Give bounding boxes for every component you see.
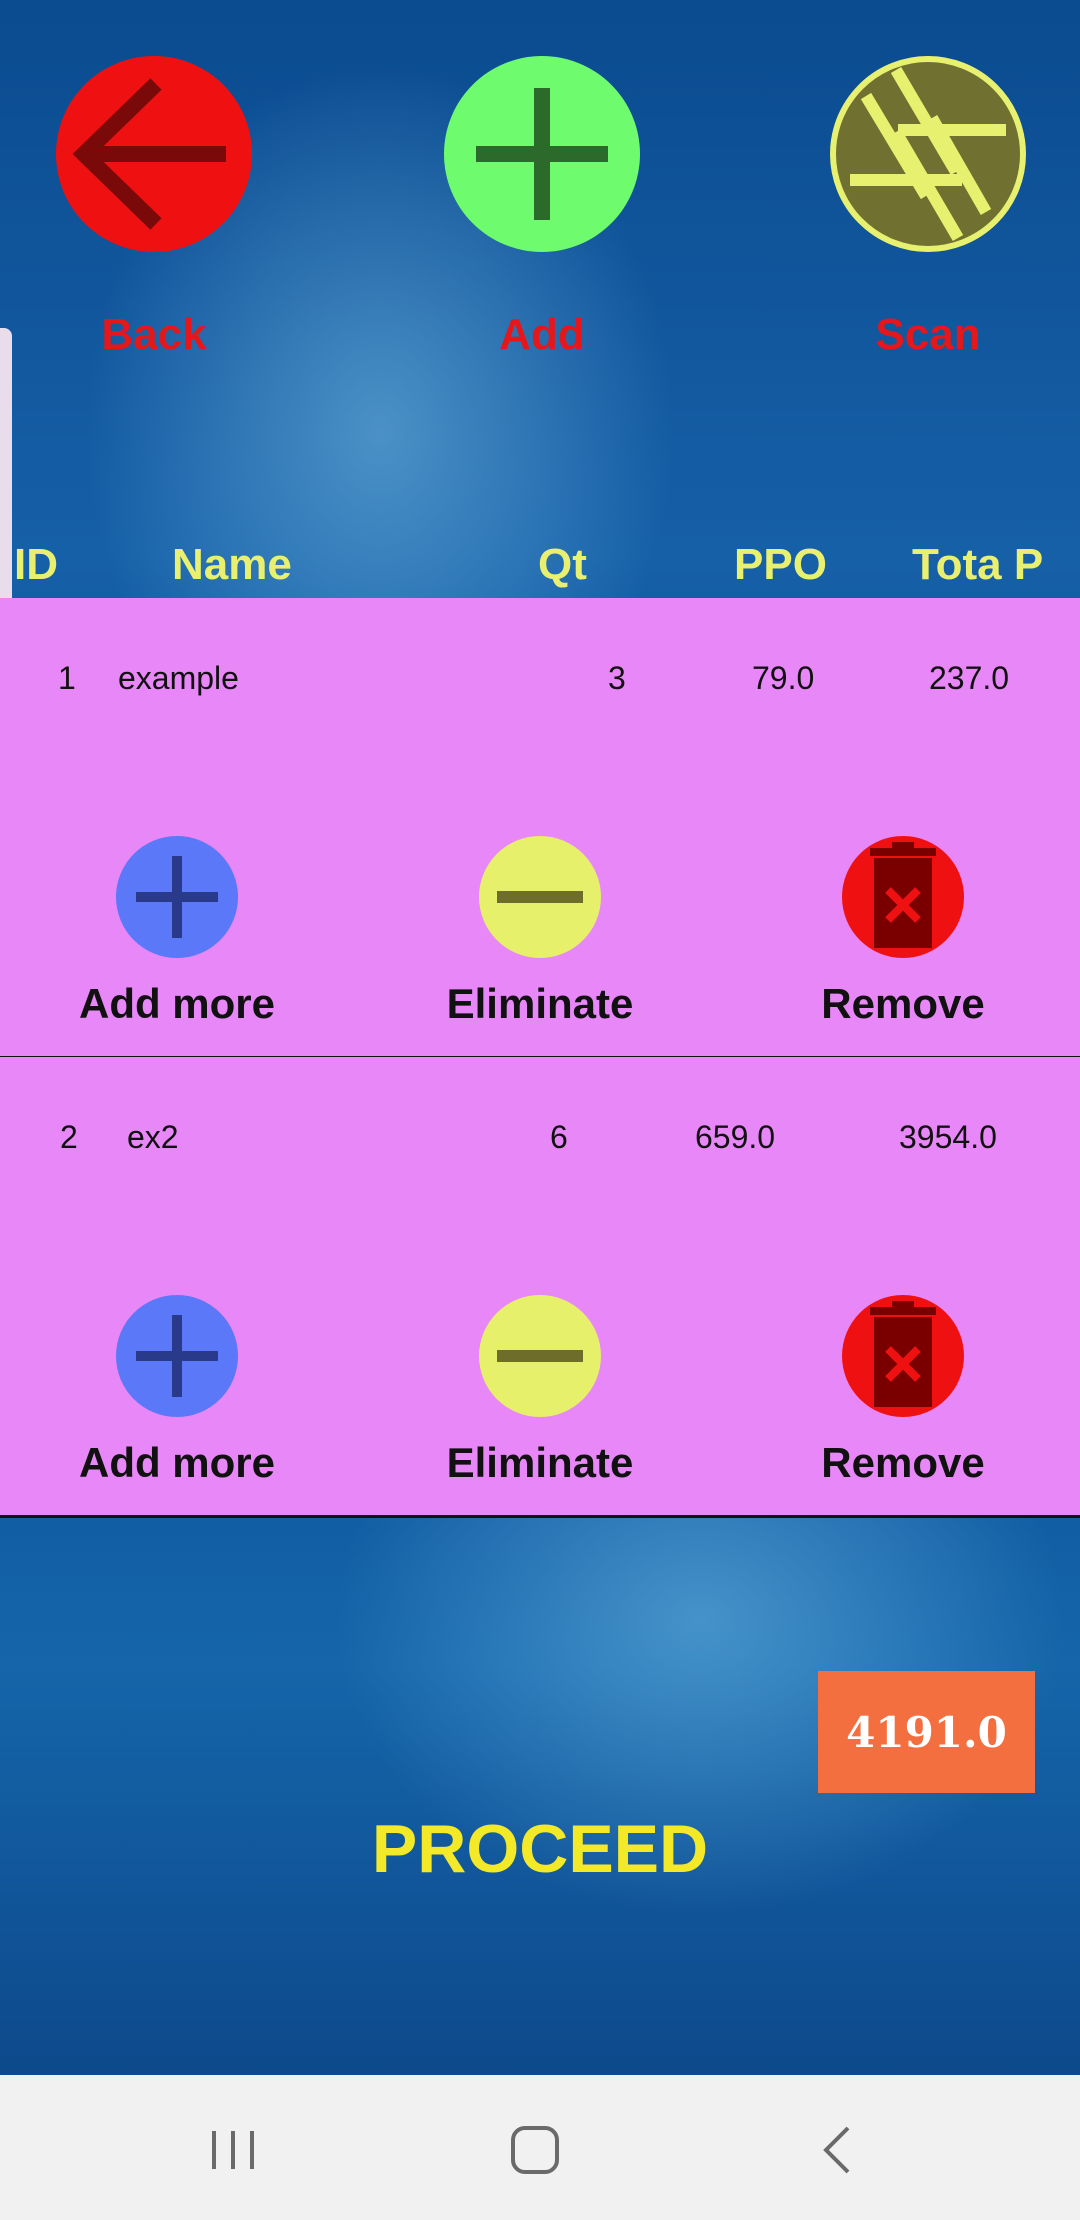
- eliminate-button[interactable]: Eliminate: [410, 1295, 670, 1487]
- eliminate-button[interactable]: Eliminate: [410, 836, 670, 1028]
- row-name: ex2: [127, 1119, 179, 1155]
- add-more-label: Add more: [78, 980, 275, 1027]
- row-id: 1: [58, 660, 76, 696]
- add-button[interactable]: Add: [444, 56, 640, 360]
- row-name: example: [118, 660, 239, 696]
- column-header-id: ID: [14, 540, 58, 589]
- column-header-ppo: PPO: [734, 540, 827, 589]
- back-button[interactable]: Back: [56, 56, 252, 360]
- row-qty: 6: [550, 1119, 568, 1155]
- row-qty: 3: [608, 660, 626, 696]
- remove-label: Remove: [821, 1439, 985, 1486]
- grand-total: 4191.0: [818, 1671, 1035, 1793]
- camera-shutter-icon: [830, 56, 1026, 252]
- add-more-button[interactable]: Add more: [47, 1295, 307, 1487]
- back-nav-icon[interactable]: [798, 2117, 878, 2183]
- plus-icon: [116, 1295, 238, 1417]
- eliminate-label: Eliminate: [446, 1439, 634, 1486]
- system-navigation-bar: [0, 2075, 1080, 2220]
- minus-icon: [479, 1295, 601, 1417]
- arrow-left-icon: [56, 56, 252, 252]
- trash-icon: [842, 836, 964, 958]
- recent-apps-icon[interactable]: [193, 2117, 273, 2183]
- plus-icon: [444, 56, 640, 252]
- table-row: 2 ex2 6 659.0 3954.0 Add more Eliminate: [0, 1057, 1080, 1518]
- row-total: 3954.0: [899, 1119, 997, 1155]
- eliminate-label: Eliminate: [446, 980, 634, 1027]
- add-more-label: Add more: [78, 1439, 275, 1486]
- scan-label: Scan: [875, 310, 981, 359]
- trash-icon: [842, 1295, 964, 1417]
- scan-button[interactable]: Scan: [830, 56, 1026, 360]
- add-more-button[interactable]: Add more: [47, 836, 307, 1028]
- column-header-total: Tota P: [912, 540, 1044, 589]
- plus-icon: [116, 836, 238, 958]
- home-icon[interactable]: [495, 2117, 575, 2183]
- proceed-button[interactable]: PROCEED: [340, 1810, 740, 1888]
- add-label: Add: [499, 310, 585, 359]
- row-ppo: 659.0: [695, 1119, 776, 1155]
- column-header-name: Name: [172, 540, 292, 589]
- back-label: Back: [101, 310, 207, 359]
- row-id: 2: [60, 1119, 78, 1155]
- remove-button[interactable]: Remove: [773, 836, 1033, 1028]
- row-total: 237.0: [929, 660, 1010, 696]
- column-header-qty: Qt: [538, 540, 587, 589]
- table-row: 1 example 3 79.0 237.0 Add more Eliminat…: [0, 598, 1080, 1059]
- minus-icon: [479, 836, 601, 958]
- row-ppo: 79.0: [752, 660, 815, 696]
- remove-label: Remove: [821, 980, 985, 1027]
- remove-button[interactable]: Remove: [773, 1295, 1033, 1487]
